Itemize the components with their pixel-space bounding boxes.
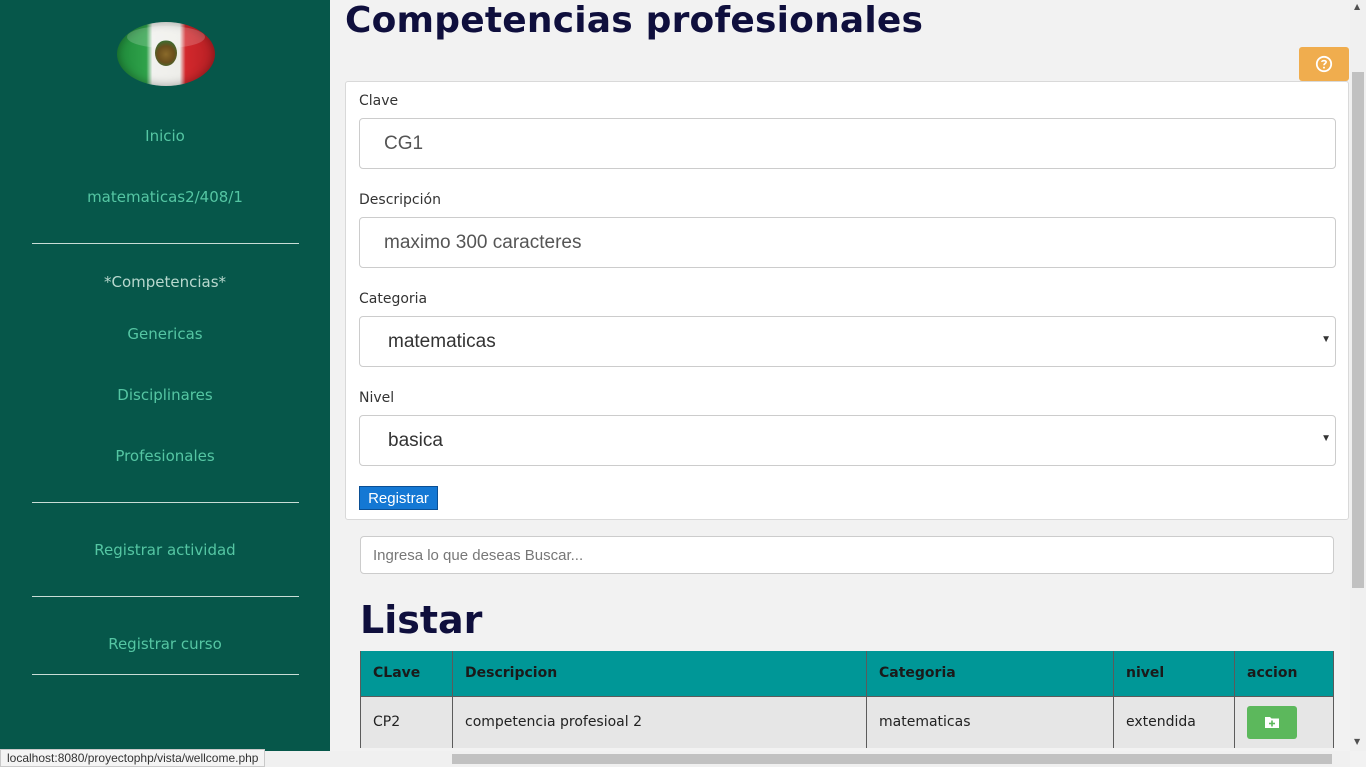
registrar-button[interactable]: Registrar xyxy=(359,486,438,510)
status-bar-url: localhost:8080/proyectophp/vista/wellcom… xyxy=(0,749,266,767)
clave-input[interactable]: CG1 xyxy=(359,118,1336,169)
page-title: Competencias profesionales xyxy=(345,0,924,41)
nivel-selected-value: basica xyxy=(388,429,443,451)
competencia-form: Clave CG1 Descripción maximo 300 caracte… xyxy=(345,81,1349,520)
vertical-scroll-thumb[interactable] xyxy=(1352,72,1364,588)
cell-accion xyxy=(1234,696,1334,748)
sidebar-divider xyxy=(32,674,299,675)
column-header-descripcion: Descripcion xyxy=(452,651,867,697)
categoria-selected-value: matematicas xyxy=(388,330,496,352)
cell-descripcion: competencia profesioal 2 xyxy=(452,696,867,748)
sidebar-item-registrar-curso[interactable]: Registrar curso xyxy=(0,635,330,653)
column-header-categoria: Categoria xyxy=(866,651,1114,697)
nivel-select[interactable]: basica ▼ xyxy=(359,415,1336,466)
sidebar-item-course[interactable]: matematicas2/408/1 xyxy=(0,188,330,206)
sidebar-divider xyxy=(32,243,299,244)
clave-label: Clave xyxy=(359,93,399,109)
descripcion-input[interactable]: maximo 300 caracteres xyxy=(359,217,1336,268)
horizontal-scroll-thumb[interactable] xyxy=(452,754,1332,764)
table-row: CP2 competencia profesioal 2 matematicas… xyxy=(360,696,1334,748)
column-header-clave: CLave xyxy=(360,651,453,697)
search-input[interactable]: Ingresa lo que deseas Buscar... xyxy=(360,536,1334,574)
flag-emblem xyxy=(155,40,177,66)
mexico-flag-logo xyxy=(117,22,215,86)
sidebar-item-genericas[interactable]: Genericas xyxy=(0,325,330,343)
scroll-down-arrow-icon[interactable]: ▼ xyxy=(1354,737,1360,746)
nivel-label: Nivel xyxy=(359,390,395,406)
cell-clave: CP2 xyxy=(360,696,453,748)
list-title: Listar xyxy=(360,598,483,642)
sidebar-item-registrar-actividad[interactable]: Registrar actividad xyxy=(0,541,330,559)
column-header-accion: accion xyxy=(1234,651,1334,697)
sidebar-item-profesionales[interactable]: Profesionales xyxy=(0,447,330,465)
question-circle-icon xyxy=(1315,55,1333,73)
sidebar-divider xyxy=(32,596,299,597)
scroll-up-arrow-icon[interactable]: ▲ xyxy=(1354,2,1360,11)
categoria-select[interactable]: matematicas ▼ xyxy=(359,316,1336,367)
folder-plus-icon xyxy=(1265,717,1279,729)
descripcion-label: Descripción xyxy=(359,192,441,208)
cell-categoria: matematicas xyxy=(866,696,1114,748)
competencias-table: CLave Descripcion Categoria nivel accion… xyxy=(360,651,1334,748)
sidebar-item-disciplinares[interactable]: Disciplinares xyxy=(0,386,330,404)
sidebar-item-inicio[interactable]: Inicio xyxy=(0,127,330,145)
help-button[interactable] xyxy=(1299,47,1349,81)
chevron-down-icon: ▼ xyxy=(1321,334,1331,345)
categoria-label: Categoria xyxy=(359,291,428,307)
sidebar-section-competencias: *Competencias* xyxy=(103,273,227,291)
vertical-scrollbar[interactable]: ▲ ▼ xyxy=(1350,0,1366,751)
add-action-button[interactable] xyxy=(1247,705,1297,739)
cell-nivel: extendida xyxy=(1113,696,1235,748)
chevron-down-icon: ▼ xyxy=(1321,433,1331,444)
sidebar: Inicio matematicas2/408/1 *Competencias*… xyxy=(0,0,330,767)
table-header-row: CLave Descripcion Categoria nivel accion xyxy=(360,651,1334,697)
column-header-nivel: nivel xyxy=(1113,651,1235,697)
sidebar-divider xyxy=(32,502,299,503)
